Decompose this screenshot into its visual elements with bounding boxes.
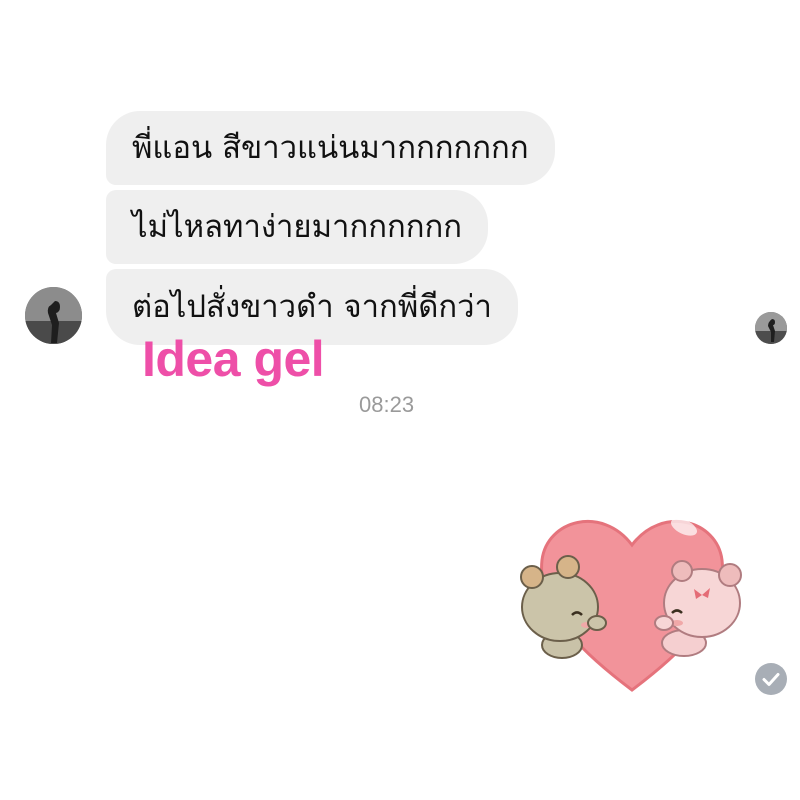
message-bubble[interactable]: พี่แอน สีขาวแน่นมากกกกกกก [106,111,555,185]
watermark-text: Idea gel [142,331,325,387]
message-text: ต่อไปสั่งขาวดำ จากพี่ดีกว่า [132,288,492,325]
message-text: ไม่ไหลทาง่ายมากกกกกก [132,208,463,245]
recipient-avatar-photo [755,312,787,344]
recipient-avatar[interactable] [755,312,787,344]
message-timestamp: 08:23 [359,392,415,417]
read-receipt-check [755,663,787,695]
checkmark-icon [762,673,780,686]
sender-avatar-photo [25,287,82,344]
sender-avatar[interactable] [25,287,82,344]
message-bubble[interactable]: ไม่ไหลทาง่ายมากกกกกก [106,190,489,264]
heart-bears-sticker[interactable] [512,495,752,695]
message-text: พี่แอน สีขาวแน่นมากกกกกกก [132,129,529,166]
